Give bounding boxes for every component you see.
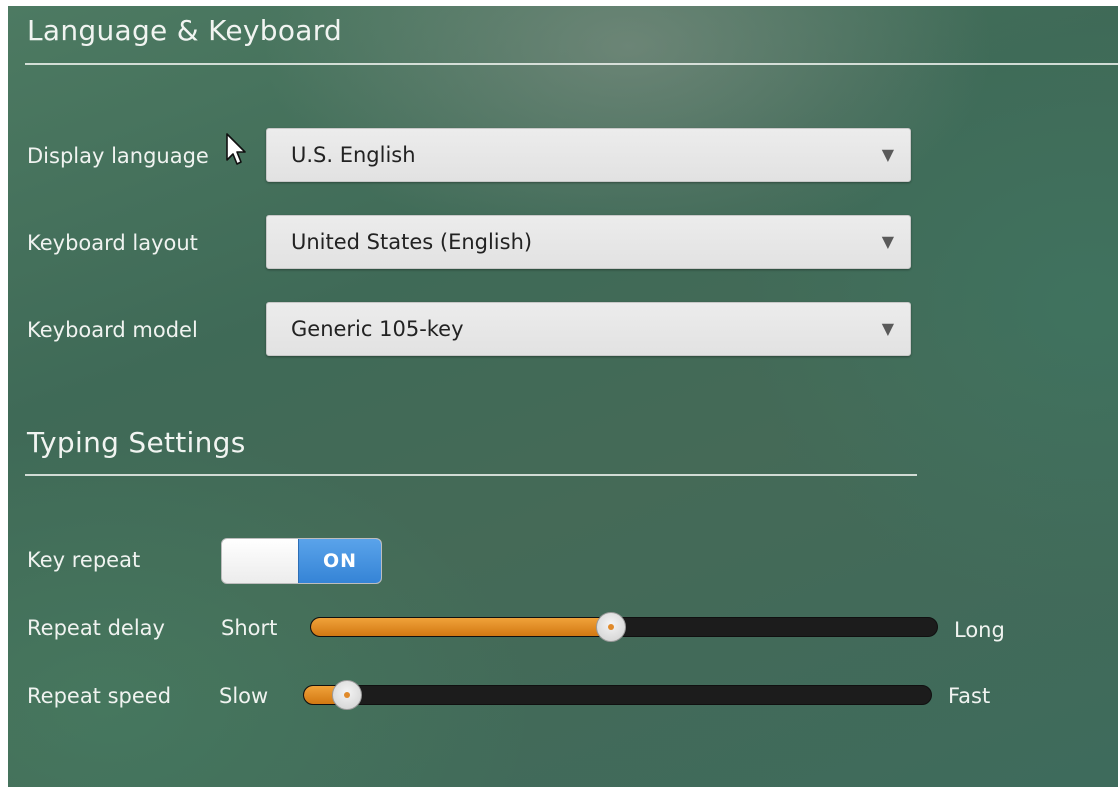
typing-settings-title: Typing Settings xyxy=(27,426,246,459)
repeat-delay-label: Repeat delay xyxy=(27,616,165,640)
keyboard-model-value: Generic 105-key xyxy=(291,317,464,341)
key-repeat-toggle[interactable]: ON xyxy=(221,538,382,584)
mouse-pointer-icon xyxy=(226,133,246,165)
keyboard-layout-label: Keyboard layout xyxy=(27,231,198,255)
keyboard-model-label: Keyboard model xyxy=(27,318,198,342)
repeat-speed-label: Repeat speed xyxy=(27,684,172,708)
language-keyboard-divider xyxy=(25,63,1118,65)
keyboard-model-dropdown[interactable]: Generic 105-key ▼ xyxy=(266,302,911,356)
repeat-delay-knob[interactable] xyxy=(596,612,627,642)
display-language-dropdown[interactable]: U.S. English ▼ xyxy=(266,128,911,182)
repeat-speed-min-label: Slow xyxy=(219,684,269,708)
display-language-label: Display language xyxy=(27,144,209,168)
keyboard-layout-dropdown[interactable]: United States (English) ▼ xyxy=(266,215,911,269)
settings-panel: Language & Keyboard Display language U.S… xyxy=(8,6,1118,787)
repeat-speed-slider[interactable] xyxy=(303,685,932,705)
key-repeat-label: Key repeat xyxy=(27,548,141,572)
repeat-speed-knob[interactable] xyxy=(332,680,363,710)
repeat-speed-max-label: Fast xyxy=(948,684,991,708)
typing-settings-divider xyxy=(25,474,917,476)
caret-down-icon: ▼ xyxy=(881,319,894,338)
language-keyboard-title: Language & Keyboard xyxy=(27,14,343,47)
caret-down-icon: ▼ xyxy=(881,145,894,164)
display-language-value: U.S. English xyxy=(291,143,416,167)
caret-down-icon: ▼ xyxy=(881,232,894,251)
repeat-delay-max-label: Long xyxy=(954,618,1005,642)
repeat-delay-min-label: Short xyxy=(221,616,278,640)
keyboard-layout-value: United States (English) xyxy=(291,230,533,254)
toggle-on-state: ON xyxy=(298,539,381,583)
repeat-delay-fill xyxy=(311,618,613,636)
